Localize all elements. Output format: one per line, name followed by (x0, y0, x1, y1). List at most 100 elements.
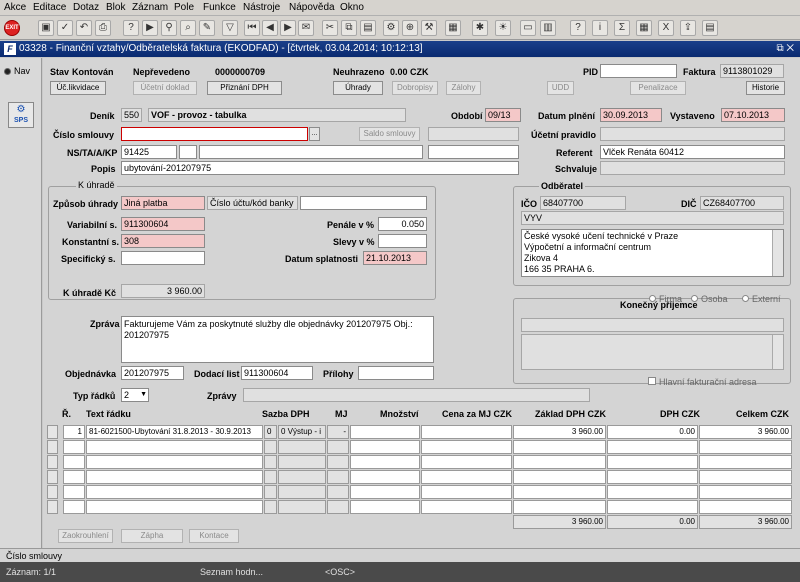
kp-field[interactable] (428, 145, 519, 159)
save-icon[interactable]: ▣ (38, 20, 54, 36)
menu-zaznam[interactable]: Záznam (132, 2, 168, 13)
konecny-prijemce-address[interactable] (521, 334, 784, 370)
grid-cell[interactable] (327, 455, 349, 469)
dobropisy-button[interactable]: Dobropisy (392, 81, 438, 95)
penale-field[interactable]: 0.050 (378, 217, 427, 231)
row-selector[interactable] (47, 485, 58, 499)
grid-cell[interactable] (278, 485, 326, 499)
menu-blok[interactable]: Blok (106, 2, 125, 13)
dic-field[interactable]: CZ68407700 (700, 196, 784, 210)
odberatel-address[interactable]: České vysoké učení technické v Praze Výp… (521, 229, 784, 277)
zprava-textarea[interactable]: Fakturujeme Vám za poskytnuté služby dle… (121, 316, 434, 363)
grid-cell[interactable] (699, 485, 792, 499)
table-icon[interactable]: ▦ (445, 20, 461, 36)
zalohy-button[interactable]: Zálohy (446, 81, 481, 95)
grid-cell[interactable] (421, 500, 512, 514)
grid-cell[interactable] (421, 470, 512, 484)
grid-cell[interactable] (421, 455, 512, 469)
cell-sazba-code[interactable]: 0 (264, 425, 277, 439)
grid-cell[interactable] (264, 500, 277, 514)
ta-field[interactable] (179, 145, 197, 159)
cell-text[interactable]: 81-6021500-Ubytování 31.8.2013 - 30.9.20… (86, 425, 263, 439)
obdobi-field[interactable]: 09/13 (485, 108, 521, 122)
grid-cell[interactable] (607, 455, 698, 469)
menu-akce[interactable]: Akce (4, 2, 26, 13)
saldo-smlouvy-button[interactable]: Saldo smlouvy (359, 127, 420, 141)
grid-cell[interactable] (350, 440, 420, 454)
grid-cell[interactable] (327, 500, 349, 514)
grid-cell[interactable] (607, 500, 698, 514)
odberatel-short-field[interactable]: VYV (521, 211, 784, 225)
settings-icon[interactable]: ⚙ (383, 20, 399, 36)
uc-likvidace-button[interactable]: Úč.likvidace (50, 81, 106, 95)
find-icon[interactable]: ⌕ (180, 20, 196, 36)
cabinet-icon[interactable]: ▥ (540, 20, 556, 36)
osoba-radio[interactable] (691, 295, 698, 302)
document-icon[interactable]: ▭ (520, 20, 536, 36)
menu-napoveda[interactable]: Nápověda (289, 2, 335, 13)
grid-cell[interactable] (607, 440, 698, 454)
clear-icon[interactable]: ✎ (199, 20, 215, 36)
grid-cell[interactable] (327, 470, 349, 484)
grid-cell[interactable] (86, 485, 263, 499)
query-icon[interactable]: ? (123, 20, 139, 36)
grid-cell[interactable] (264, 470, 277, 484)
grid-cell[interactable] (421, 440, 512, 454)
grid-cell[interactable] (86, 440, 263, 454)
first-record-icon[interactable]: ⏮ (244, 20, 260, 36)
cell-celkem[interactable]: 3 960.00 (699, 425, 792, 439)
star-icon[interactable]: ✱ (472, 20, 488, 36)
mail-icon[interactable]: ✉ (298, 20, 314, 36)
grid-cell[interactable] (264, 455, 277, 469)
grid-cell[interactable] (278, 455, 326, 469)
grid-cell[interactable] (513, 455, 606, 469)
grid-cell[interactable] (513, 500, 606, 514)
udd-button[interactable]: UDD (547, 81, 574, 95)
cell-cena[interactable] (421, 425, 512, 439)
cislo-smlouvy-field[interactable] (121, 127, 308, 141)
nav-radio[interactable] (4, 68, 11, 75)
denik-code-field[interactable]: 550 (121, 108, 142, 122)
report-icon[interactable]: ▤ (702, 20, 718, 36)
konstantni-field[interactable]: 308 (121, 234, 205, 248)
menu-funkce[interactable]: Funkce (203, 2, 236, 13)
copy-icon[interactable]: ⧉ (341, 20, 357, 36)
datum-splatnosti-field[interactable]: 21.10.2013 (363, 251, 427, 265)
grid-cell[interactable] (513, 440, 606, 454)
firma-radio[interactable] (649, 295, 656, 302)
grid-cell[interactable] (63, 455, 85, 469)
calculator-icon[interactable]: ▦ (636, 20, 652, 36)
rollback-icon[interactable]: ↶ (76, 20, 92, 36)
attachment-icon[interactable]: ⊕ (402, 20, 418, 36)
excel-icon[interactable]: X (658, 20, 674, 36)
grid-cell[interactable] (699, 440, 792, 454)
paste-icon[interactable]: ▤ (360, 20, 376, 36)
commit-icon[interactable]: ✓ (57, 20, 73, 36)
cell-r[interactable]: 1 (63, 425, 85, 439)
pid-field[interactable] (600, 64, 677, 78)
grid-cell[interactable] (264, 485, 277, 499)
menu-nastroje[interactable]: Nástroje (243, 2, 280, 13)
grid-cell[interactable] (607, 470, 698, 484)
tools-icon[interactable]: ⚒ (421, 20, 437, 36)
referent-field[interactable]: Vlček Renáta 60412 (600, 145, 785, 159)
grid-cell[interactable] (350, 455, 420, 469)
next-record-icon[interactable]: ▶ (280, 20, 296, 36)
faktura-field[interactable]: 9113801029 (720, 64, 784, 78)
menu-dotaz[interactable]: Dotaz (73, 2, 99, 13)
variabilni-field[interactable]: 911300604 (121, 217, 205, 231)
grid-cell[interactable] (421, 485, 512, 499)
execute-query-icon[interactable]: ▶ (142, 20, 158, 36)
zaokrouhleni-button[interactable]: Zaokrouhlení (58, 529, 113, 543)
grid-cell[interactable] (86, 470, 263, 484)
priznani-dph-button[interactable]: Přiznání DPH (207, 81, 282, 95)
externi-radio[interactable] (742, 295, 749, 302)
grid-cell[interactable] (699, 470, 792, 484)
filter-icon[interactable]: ⚲ (161, 20, 177, 36)
grid-cell[interactable] (699, 500, 792, 514)
address-scrollbar[interactable] (772, 230, 783, 276)
cell-zaklad[interactable]: 3 960.00 (513, 425, 606, 439)
cell-mnozstvi[interactable] (350, 425, 420, 439)
help-icon[interactable]: ? (570, 20, 586, 36)
previous-record-icon[interactable]: ◀ (262, 20, 278, 36)
